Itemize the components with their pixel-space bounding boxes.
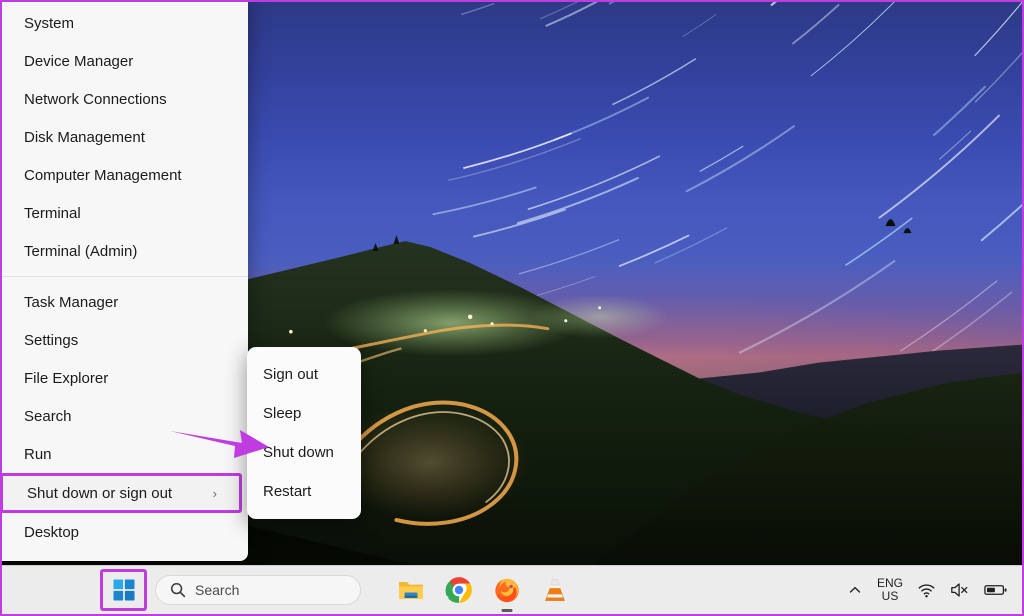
menu-item-run[interactable]: Run (2, 435, 248, 473)
menu-item-shutdown-signout[interactable]: Shut down or sign out › (2, 473, 242, 513)
menu-item-network-connections[interactable]: Network Connections (2, 80, 248, 118)
chrome-glyph (445, 577, 472, 603)
wifi-icon[interactable] (917, 581, 936, 600)
submenu-item-shut-down[interactable]: Shut down (247, 433, 361, 472)
menu-item-system[interactable]: System (2, 4, 248, 42)
taskbar-left-group: Search (2, 569, 571, 612)
menu-item-file-explorer[interactable]: File Explorer (2, 359, 248, 397)
menu-item-terminal-admin[interactable]: Terminal (Admin) (2, 232, 248, 270)
menu-item-search[interactable]: Search (2, 397, 248, 435)
firefox-icon[interactable] (491, 574, 523, 612)
menu-item-label: System (24, 14, 75, 32)
menu-item-label: Device Manager (24, 52, 134, 70)
vlc-glyph (545, 579, 565, 601)
menu-item-label: Terminal (24, 204, 81, 222)
search-icon (170, 582, 186, 598)
submenu-item-label: Shut down (263, 444, 334, 461)
menu-item-label: Disk Management (24, 128, 145, 146)
menu-item-label: Terminal (Admin) (24, 242, 138, 260)
menu-separator (2, 276, 248, 277)
firefox-glyph (495, 578, 519, 603)
win-x-power-user-menu[interactable]: System Device Manager Network Connection… (2, 2, 248, 561)
submenu-item-label: Sleep (263, 405, 302, 422)
language-indicator[interactable]: ENG US (876, 575, 903, 604)
chevron-right-icon: › (212, 485, 217, 501)
menu-item-device-manager[interactable]: Device Manager (2, 42, 248, 80)
menu-item-label: Settings (24, 331, 79, 349)
google-chrome-icon[interactable] (443, 574, 475, 606)
menu-item-label: Search (24, 407, 72, 425)
menu-item-desktop[interactable]: Desktop (2, 513, 248, 551)
menu-item-label: Desktop (24, 523, 80, 541)
app-running-indicator (501, 609, 513, 612)
menu-item-settings[interactable]: Settings (2, 321, 248, 359)
speaker-muted-icon[interactable] (950, 581, 970, 599)
submenu-item-sign-out[interactable]: Sign out (247, 355, 361, 394)
search-placeholder: Search (195, 582, 240, 598)
menu-item-label: Computer Management (24, 166, 182, 184)
menu-item-label: Task Manager (24, 293, 119, 311)
menu-item-label: File Explorer (24, 369, 109, 387)
menu-item-terminal[interactable]: Terminal (2, 194, 248, 232)
file-explorer-glyph (399, 582, 423, 599)
menu-item-label: Network Connections (24, 90, 167, 108)
language-line-1: ENG (876, 575, 903, 590)
menu-item-task-manager[interactable]: Task Manager (2, 283, 248, 321)
start-button[interactable] (100, 569, 147, 611)
submenu-item-label: Restart (263, 483, 312, 500)
language-line-2: US (881, 589, 899, 603)
submenu-item-label: Sign out (263, 366, 319, 383)
chevron-up-icon[interactable] (847, 582, 863, 598)
submenu-item-sleep[interactable]: Sleep (247, 394, 361, 433)
search-input[interactable]: Search (155, 575, 361, 605)
menu-item-label: Shut down or sign out (27, 484, 173, 502)
menu-item-disk-management[interactable]: Disk Management (2, 118, 248, 156)
menu-item-label: Run (24, 445, 52, 463)
shutdown-or-signout-submenu[interactable]: Sign out Sleep Shut down Restart (247, 347, 361, 519)
submenu-item-restart[interactable]: Restart (247, 472, 361, 511)
windows-logo-icon (113, 579, 134, 601)
vlc-icon[interactable] (539, 574, 571, 606)
desktop-screen: System Device Manager Network Connection… (0, 0, 1024, 616)
battery-icon[interactable] (984, 582, 1008, 598)
file-explorer-icon[interactable] (395, 574, 427, 606)
system-tray: ENG US (847, 575, 1022, 604)
taskbar-app-group (395, 574, 571, 612)
menu-item-computer-management[interactable]: Computer Management (2, 156, 248, 194)
taskbar[interactable]: Search ENG US (2, 565, 1022, 614)
